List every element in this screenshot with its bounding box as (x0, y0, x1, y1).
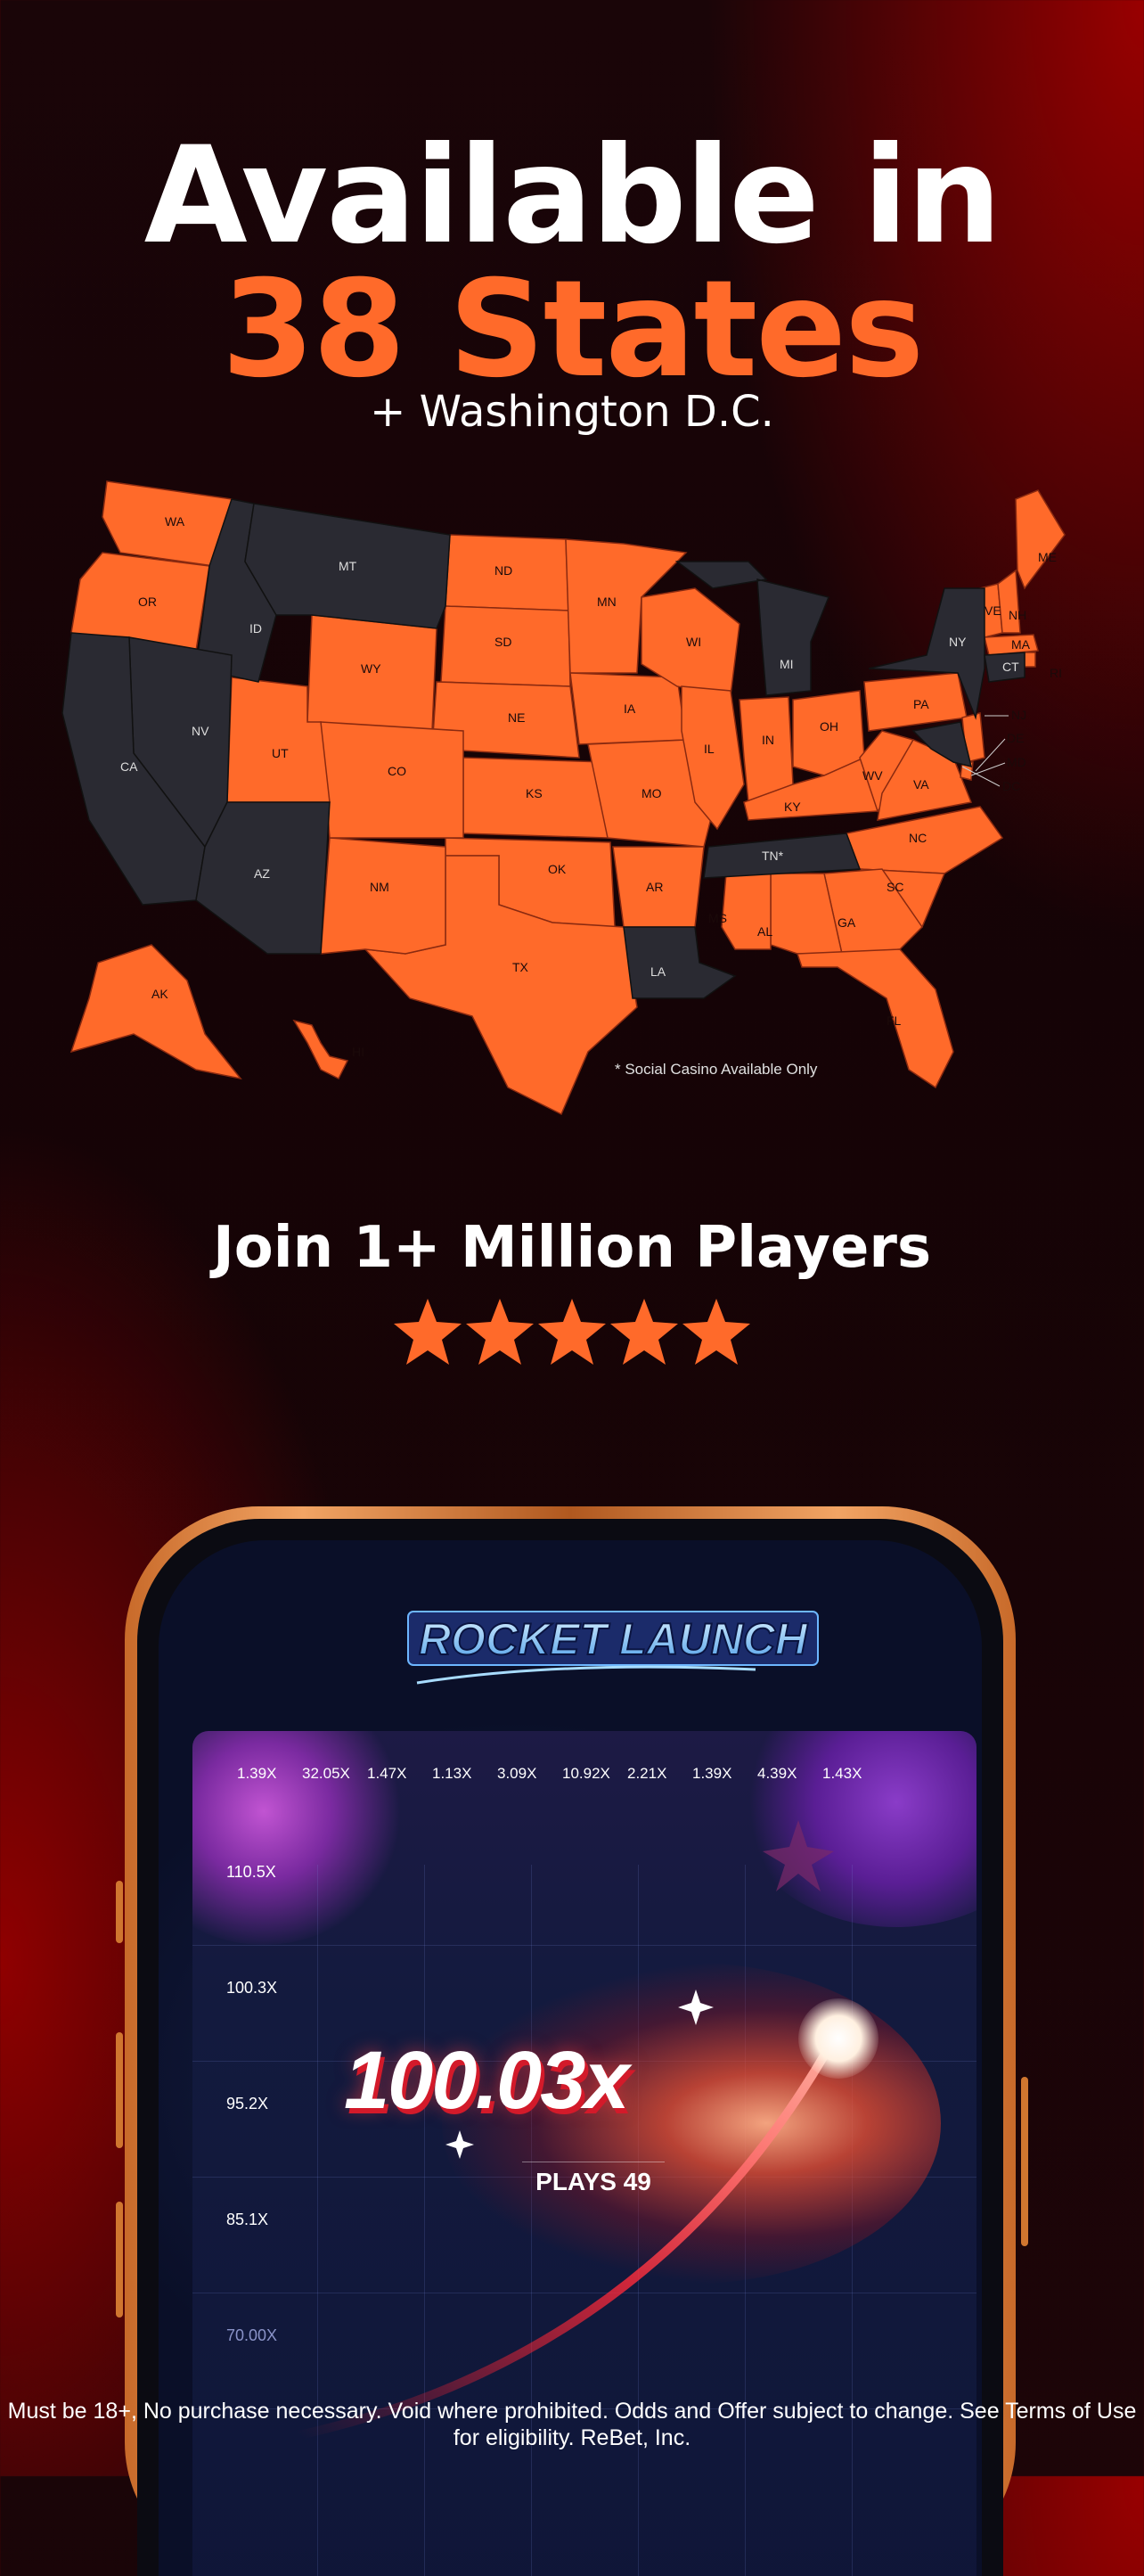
label-ia: IA (624, 701, 636, 716)
phone-volume-up (116, 2032, 123, 2148)
star-shape-icon (763, 1820, 834, 1891)
label-nd: ND (494, 563, 512, 578)
label-me: ME (1038, 550, 1057, 564)
label-fl: FL (887, 1013, 902, 1028)
label-mn: MN (597, 595, 617, 609)
state-nh (997, 569, 1021, 634)
label-mo: MO (641, 786, 662, 800)
phone-volume-down (116, 2202, 123, 2318)
rocket-launch-logo: ROCKET LAUNCH (407, 1611, 819, 1685)
state-ri (1024, 652, 1036, 668)
headline-states-count: 38 States (221, 252, 925, 407)
label-ny: NY (949, 635, 967, 649)
label-wa: WA (165, 514, 185, 529)
label-oh: OH (820, 719, 838, 734)
legal-disclaimer: Must be 18+, No purchase necessary. Void… (7, 2399, 1137, 2450)
label-ne: NE (508, 710, 525, 725)
label-de: DE (1007, 731, 1024, 745)
label-ma: MA (1011, 637, 1031, 652)
label-ri: RI (1050, 666, 1062, 680)
label-ct: CT (1002, 660, 1019, 674)
rocket-orb (798, 1998, 878, 2079)
label-ca: CA (120, 759, 138, 774)
state-hi (292, 1019, 349, 1080)
label-nc: NC (909, 831, 927, 845)
star-icon (610, 1299, 678, 1365)
label-pa: PA (913, 697, 929, 711)
state-in (739, 696, 794, 804)
label-id: ID (249, 621, 262, 636)
label-il: IL (704, 742, 715, 756)
label-ks: KS (526, 786, 543, 800)
label-nm: NM (370, 880, 389, 894)
state-me (1015, 489, 1066, 590)
label-ak: AK (151, 987, 168, 1001)
headline-dc: + Washington D.C. (370, 387, 774, 437)
label-mt: MT (339, 559, 357, 573)
label-wv: WV (862, 768, 883, 783)
label-ar: AR (646, 880, 663, 894)
label-dc: DC (1002, 779, 1020, 793)
label-va: VA (913, 777, 929, 792)
label-wi: WI (686, 635, 701, 649)
state-co (320, 721, 464, 839)
rating-stars (394, 1299, 750, 1365)
label-az: AZ (254, 866, 270, 881)
label-ky: KY (784, 800, 801, 814)
label-mi: MI (780, 657, 794, 671)
label-in: IN (762, 733, 774, 747)
sparkle-icon (445, 2130, 474, 2159)
label-wy: WY (361, 661, 381, 676)
label-ut: UT (272, 746, 289, 760)
current-multiplier: 100.03x (344, 2035, 630, 2126)
map-footnote: * Social Casino Available Only (615, 1061, 818, 1078)
label-md: MD (1007, 755, 1026, 769)
label-sc: SC (887, 880, 903, 894)
star-icon (394, 1299, 462, 1365)
state-nm (320, 837, 446, 955)
game-title: ROCKET LAUNCH (419, 1614, 808, 1664)
label-co: CO (388, 764, 406, 778)
label-ok: OK (548, 862, 567, 876)
headline-line1: Available in (143, 119, 1002, 274)
label-ga: GA (838, 915, 856, 930)
state-la (623, 926, 737, 999)
star-icon (538, 1299, 606, 1365)
star-icon (682, 1299, 750, 1365)
label-tx: TX (512, 960, 529, 974)
phone-side-button (116, 1881, 123, 1943)
label-nj: NJ (1011, 708, 1026, 722)
state-fl (796, 948, 954, 1089)
label-vt: VE (985, 603, 1001, 618)
us-availability-map: WA OR ID MT ND SD WY NE KS OK TX NM CO U… (61, 480, 1066, 1116)
label-nh: NH (1009, 608, 1026, 622)
sparkle-icon (678, 1989, 714, 2025)
state-ak (69, 944, 242, 1080)
star-icon (466, 1299, 534, 1365)
label-nv: NV (192, 724, 209, 738)
label-ms: MS (708, 911, 727, 925)
label-hi: HI (352, 1045, 364, 1059)
label-or: OR (138, 595, 157, 609)
phone-power-button (1021, 2077, 1028, 2246)
label-tn: TN* (762, 849, 784, 863)
plays-count: PLAYS 49 (522, 2162, 665, 2196)
join-players-text: Join 1+ Million Players (212, 1215, 932, 1281)
label-al: AL (757, 924, 772, 939)
label-sd: SD (494, 635, 511, 649)
label-la: LA (650, 964, 666, 979)
